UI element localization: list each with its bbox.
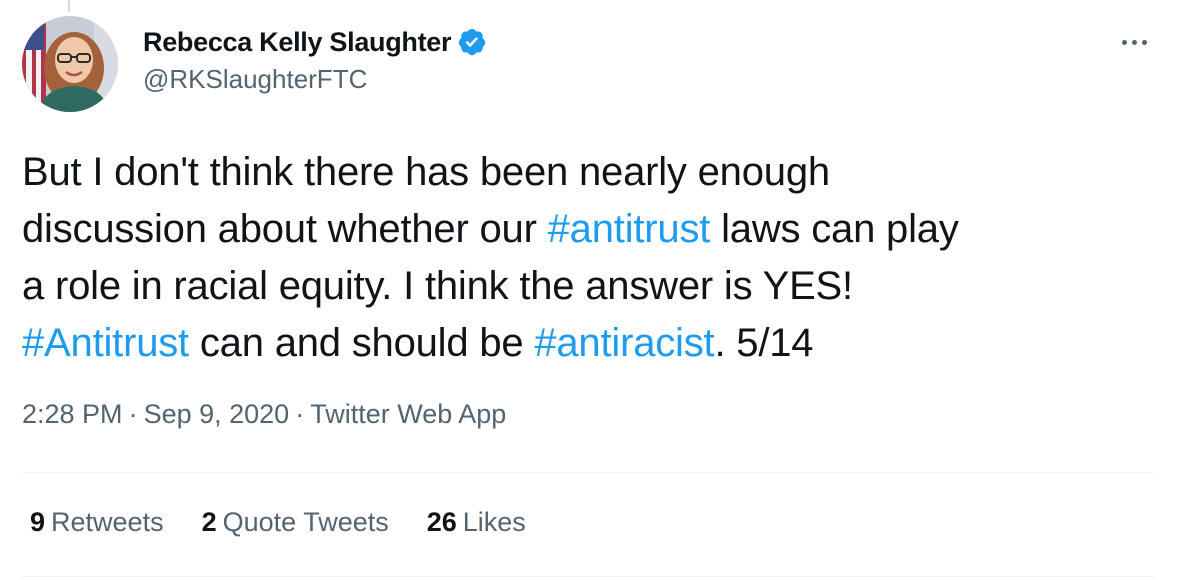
more-dot <box>1121 39 1127 45</box>
hashtag-link-antiracist[interactable]: #antiracist <box>534 321 714 365</box>
meta-separator: · <box>128 399 138 429</box>
retweets-stat[interactable]: 9 Retweets <box>30 507 164 538</box>
hashtag-link-antitrust-capitalized[interactable]: #Antitrust <box>22 321 189 365</box>
tweet-time[interactable]: 2:28 PM <box>22 399 123 429</box>
tweet-source: Twitter Web App <box>310 399 507 429</box>
thread-connector-line <box>68 0 70 12</box>
tweet-line-4: #Antitrust can and should be #antiracist… <box>22 315 1162 372</box>
author-name[interactable]: Rebecca Kelly Slaughter <box>143 27 452 58</box>
author-handle[interactable]: @RKSlaughterFTC <box>143 64 487 95</box>
avatar-image <box>22 16 118 112</box>
tweet-text-segment: discussion about whether our <box>22 207 548 251</box>
quote-tweets-label: Quote Tweets <box>222 507 389 537</box>
likes-count: 26 <box>426 507 457 537</box>
retweets-label: Retweets <box>51 507 164 537</box>
more-options-icon[interactable] <box>1112 30 1156 54</box>
likes-stat[interactable]: 26 Likes <box>427 507 526 538</box>
tweet-metadata: 2:28 PM · Sep 9, 2020 · Twitter Web App <box>22 399 506 430</box>
tweet-text: But I don't think there has been nearly … <box>22 144 1162 372</box>
more-dot <box>1141 39 1147 45</box>
divider <box>22 576 1154 577</box>
meta-separator: · <box>295 399 305 429</box>
author-name-row: Rebecca Kelly Slaughter <box>143 22 487 62</box>
engagement-stats: 9 Retweets 2 Quote Tweets 26 Likes <box>30 507 564 538</box>
quote-tweets-count: 2 <box>201 507 217 537</box>
divider <box>22 472 1154 473</box>
verified-badge-icon <box>457 27 487 57</box>
quote-tweets-stat[interactable]: 2 Quote Tweets <box>202 507 389 538</box>
tweet-line-1: But I don't think there has been nearly … <box>22 150 830 194</box>
author-block: Rebecca Kelly Slaughter @RKSlaughterFTC <box>143 22 487 95</box>
tweet-text-segment: . 5/14 <box>714 321 814 365</box>
tweet-date[interactable]: Sep 9, 2020 <box>144 399 290 429</box>
avatar[interactable] <box>22 16 118 112</box>
likes-label: Likes <box>462 507 526 537</box>
tweet-text-segment: laws can play <box>710 207 959 251</box>
retweets-count: 9 <box>30 507 46 537</box>
tweet-line-2: discussion about whether our #antitrust … <box>22 201 1162 258</box>
more-dot <box>1131 39 1137 45</box>
tweet-text-segment: can and should be <box>188 321 535 365</box>
hashtag-link-antitrust[interactable]: #antitrust <box>548 207 711 251</box>
tweet-line-3: a role in racial equity. I think the ans… <box>22 264 853 308</box>
